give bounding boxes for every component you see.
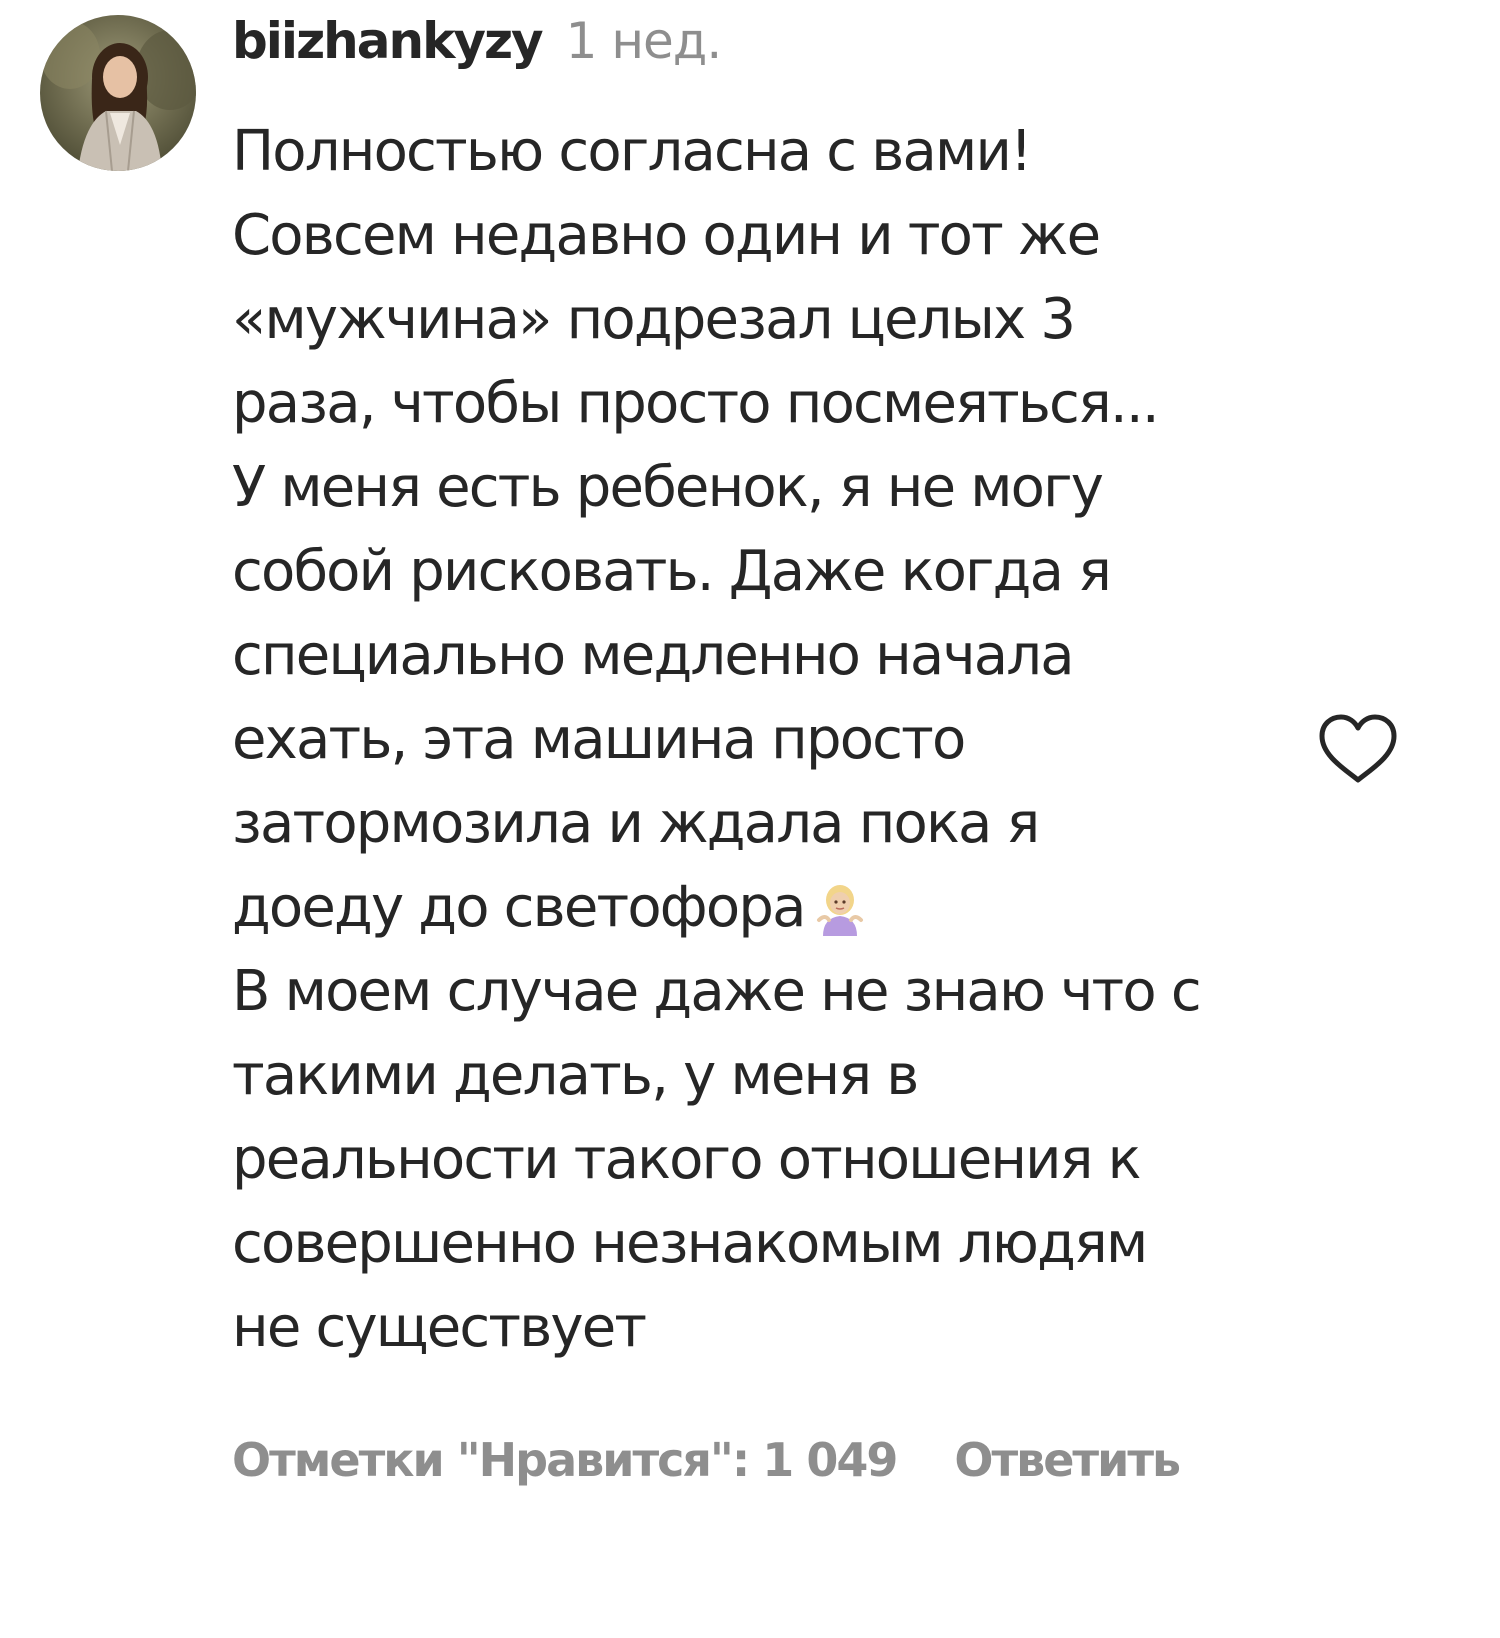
comment-line-with-emoji: доеду до светофора: [232, 866, 1332, 950]
comment-item: biizhankyzy 1 нед. Полностью согласна с …: [0, 0, 1500, 1638]
comment-text: Полностью согласна с вами! Совсем недавн…: [232, 110, 1332, 1370]
comment-line: «мужчина» подрезал целых 3: [232, 287, 1076, 352]
reply-button[interactable]: Ответить: [954, 1433, 1181, 1487]
comment-line: ехать, эта машина просто: [232, 707, 966, 772]
woman-shrugging-emoji-icon: [815, 876, 865, 936]
comment-line: Полностью согласна с вами!: [232, 119, 1033, 184]
avatar-photo: [40, 15, 196, 171]
comment-line: затормозила и ждала пока я: [232, 791, 1040, 856]
likes-count-button[interactable]: Отметки "Нравится": 1 049: [232, 1433, 898, 1487]
comment-line: совершенно незнакомым людям: [232, 1211, 1148, 1276]
comment-line: не существует: [232, 1295, 647, 1360]
comment-line: специально медленно начала: [232, 623, 1075, 688]
comment-line: У меня есть ребенок, я не могу: [232, 455, 1104, 520]
comment-line: В моем случае даже не знаю что с: [232, 959, 1202, 1024]
comment-footer: Отметки "Нравится": 1 049 Ответить: [232, 1420, 1181, 1500]
avatar[interactable]: [40, 15, 196, 171]
comment-timestamp[interactable]: 1 нед.: [566, 12, 723, 70]
comment-line: Совсем недавно один и тот же: [232, 203, 1101, 268]
like-button[interactable]: [1316, 712, 1400, 786]
comment-line: собой рисковать. Даже когда я: [232, 539, 1112, 604]
comment-line: такими делать, у меня в: [232, 1043, 919, 1108]
comment-header: biizhankyzy 1 нед.: [232, 12, 723, 82]
comment-line: раза, чтобы просто посмеяться...: [232, 371, 1160, 436]
comment-line: реальности такого отношения к: [232, 1127, 1141, 1192]
heart-outline-icon: [1319, 714, 1397, 783]
username-link[interactable]: biizhankyzy: [232, 12, 544, 70]
comment-line: доеду до светофора: [232, 875, 806, 940]
